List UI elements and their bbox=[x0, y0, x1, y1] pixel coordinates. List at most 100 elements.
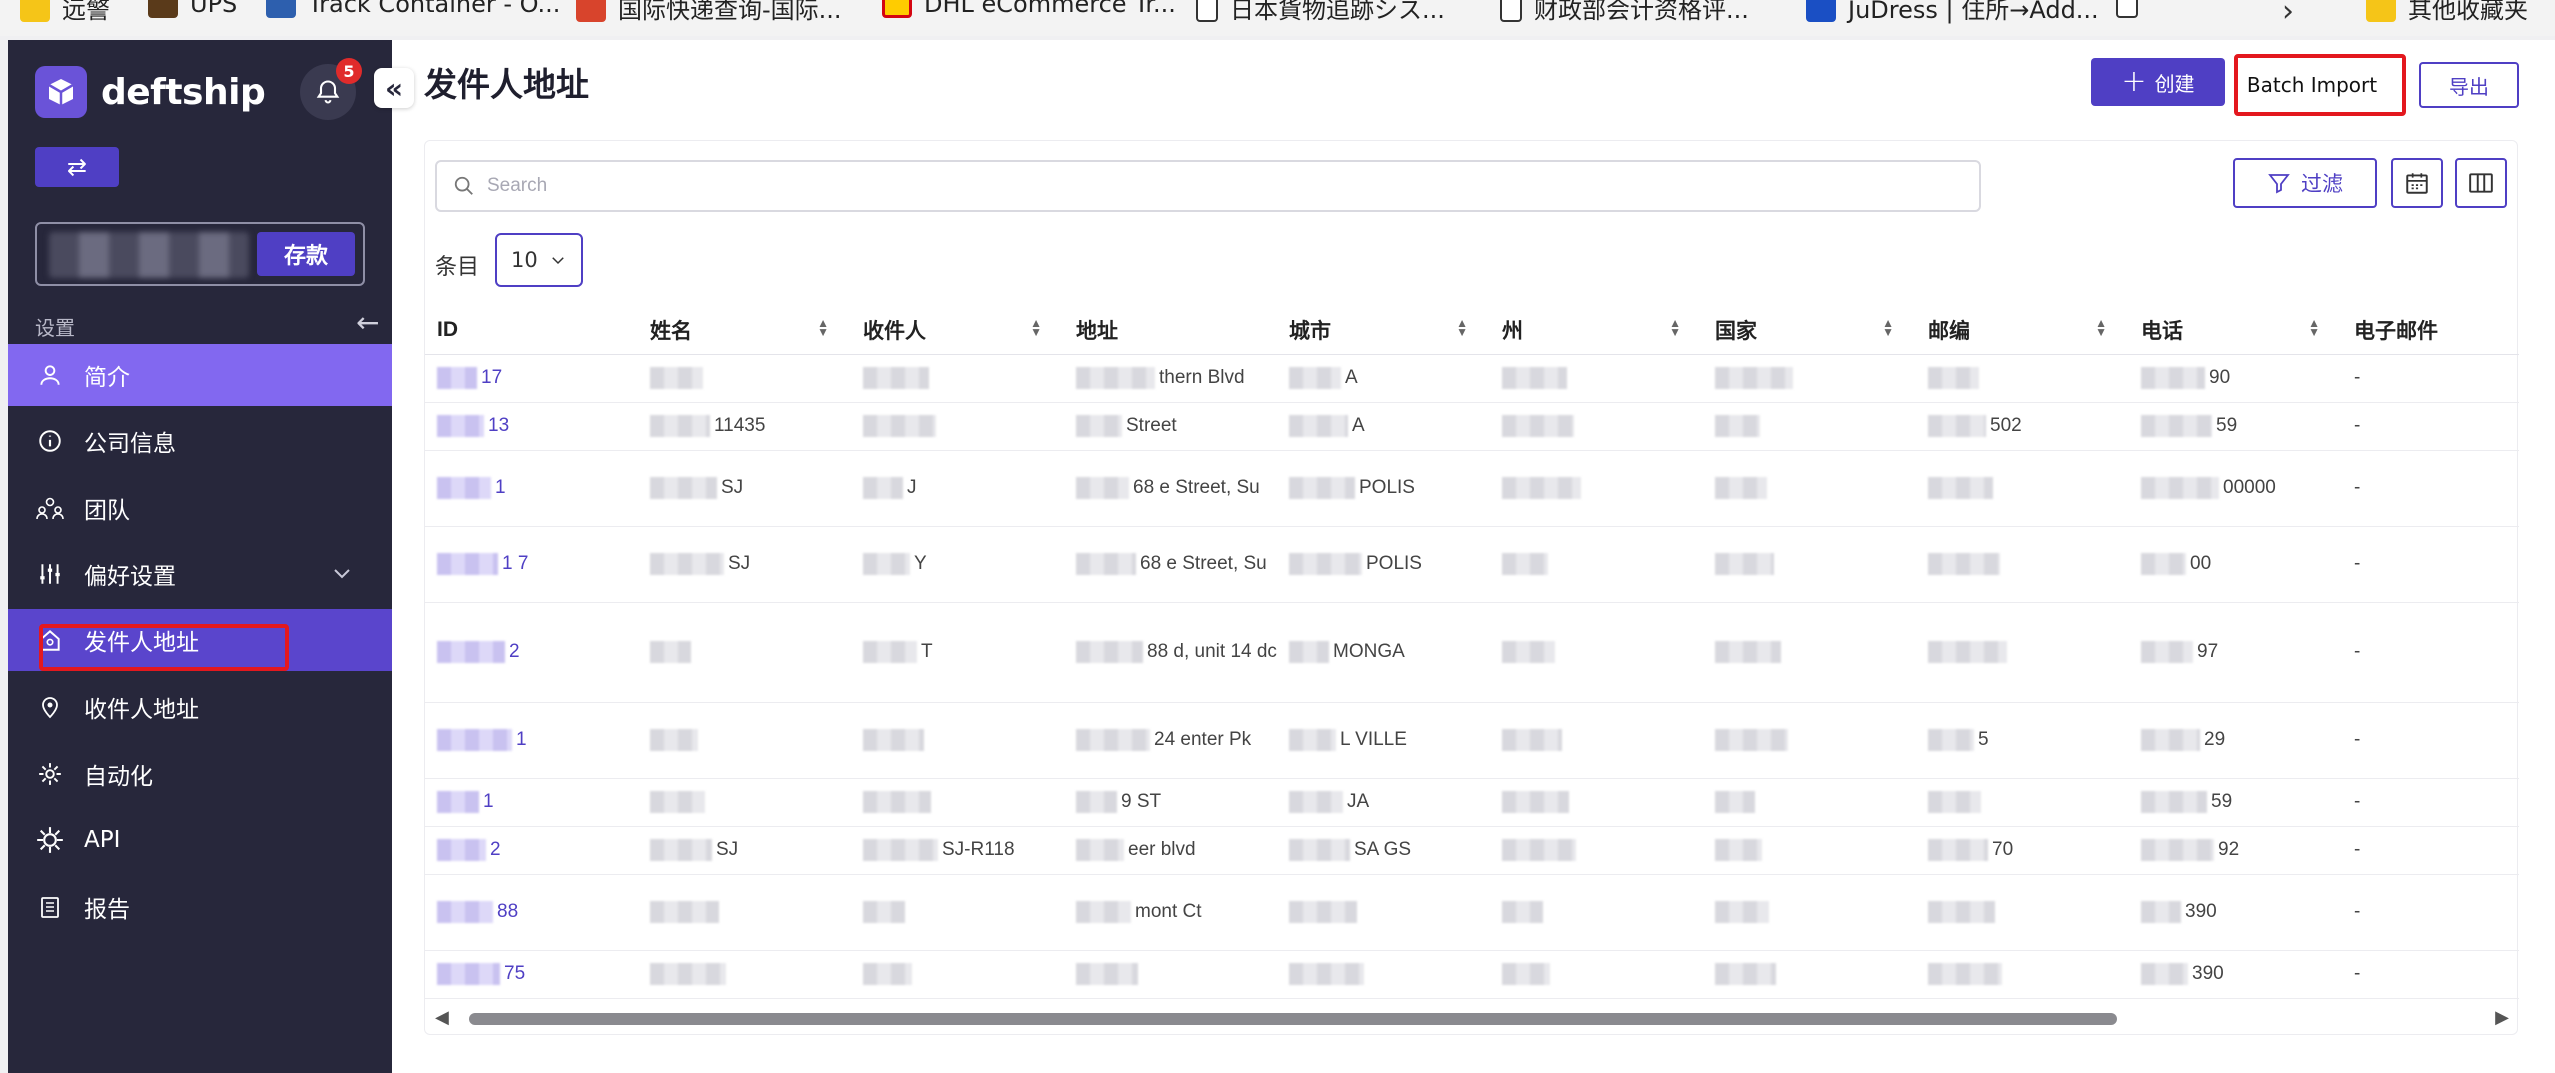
redacted-blur bbox=[2141, 552, 2186, 575]
cell-text: SJ bbox=[728, 553, 751, 574]
rows-per-page-select[interactable]: 10 bbox=[495, 233, 583, 287]
sidebar-item-profile[interactable]: 简介 bbox=[8, 344, 392, 406]
redacted-blur bbox=[2141, 728, 2200, 751]
column-header-zip[interactable]: 邮编 ▲ ▼ bbox=[1916, 306, 2129, 355]
notification-button[interactable]: 5 bbox=[300, 58, 362, 120]
scroll-left-icon[interactable]: ◀ bbox=[435, 1007, 449, 1028]
cell-id[interactable]: 1 7 bbox=[425, 526, 638, 603]
logo[interactable]: deftship bbox=[35, 66, 266, 118]
scrollbar-thumb[interactable] bbox=[469, 1013, 2117, 1025]
sidebar-item-reports[interactable]: 报告 bbox=[8, 876, 392, 938]
bookmark-item[interactable]: DHL eCommerce Tr... bbox=[882, 0, 1176, 18]
switch-account-button[interactable]: ⇄ bbox=[35, 147, 119, 187]
table-row[interactable]: 2 SJ SJ-R118 eer blvd SA GS 70 92 - bbox=[425, 826, 2519, 875]
bookmark-item[interactable]: 财政部会计资格评... bbox=[1500, 0, 1749, 25]
cell-zip bbox=[1916, 874, 2129, 951]
cell-id[interactable]: 17 bbox=[425, 354, 638, 403]
search-box[interactable] bbox=[435, 160, 1981, 212]
redacted-blur bbox=[1715, 728, 1788, 751]
redacted-blur bbox=[1289, 900, 1357, 923]
collapse-sidebar-button[interactable]: « bbox=[374, 68, 414, 108]
cell-text: POLIS bbox=[1366, 553, 1422, 574]
columns-icon bbox=[2469, 173, 2493, 193]
redacted-blur bbox=[1928, 790, 1981, 813]
sidebar-item-recipient-address[interactable]: 收件人地址 bbox=[8, 676, 392, 738]
cell-id[interactable]: 1 bbox=[425, 450, 638, 527]
cell-name: SJ bbox=[638, 826, 851, 875]
sort-icon[interactable]: ▲ ▼ bbox=[817, 317, 829, 338]
table-row[interactable]: 88 mont Ct 390 - bbox=[425, 874, 2519, 951]
filter-button[interactable]: 过滤 bbox=[2233, 158, 2377, 208]
cell-text: 68 e Street, Su bbox=[1140, 553, 1267, 574]
cell-id[interactable]: 88 bbox=[425, 874, 638, 951]
column-header-phone[interactable]: 电话 ▲ ▼ bbox=[2129, 306, 2342, 355]
cell-id[interactable]: 1 bbox=[425, 778, 638, 827]
batch-import-button[interactable]: Batch Import bbox=[2238, 60, 2386, 110]
sort-icon[interactable]: ▲ ▼ bbox=[1882, 317, 1894, 338]
back-arrow-icon[interactable]: ← bbox=[356, 306, 379, 339]
column-header-country[interactable]: 国家 ▲ ▼ bbox=[1703, 306, 1916, 355]
redacted-blur bbox=[437, 366, 477, 389]
cell-text: 502 bbox=[1990, 415, 2022, 436]
sort-icon[interactable]: ▲ ▼ bbox=[2308, 317, 2320, 338]
cell-text: 2 bbox=[509, 641, 520, 662]
bookmark-item[interactable]: 远警 bbox=[20, 0, 110, 25]
columns-button[interactable] bbox=[2455, 158, 2507, 208]
table-row[interactable]: 1 24 enter Pk L VILLE 5 29 - bbox=[425, 702, 2519, 779]
bookmarks-more-icon[interactable]: › bbox=[2282, 0, 2294, 29]
cell-name bbox=[638, 950, 851, 999]
cell-id[interactable]: 75 bbox=[425, 950, 638, 999]
bookmark-item[interactable]: 国际快递查询-国际... bbox=[576, 0, 842, 25]
sort-icon[interactable]: ▲ ▼ bbox=[1456, 317, 1468, 338]
redacted-blur bbox=[2141, 476, 2219, 499]
table-row[interactable]: 1 7 SJ Y 68 e Street, Su POLIS 00 - bbox=[425, 526, 2519, 603]
column-header-address[interactable]: 地址 bbox=[1064, 306, 1277, 355]
search-input[interactable] bbox=[487, 175, 1887, 197]
table-row[interactable]: 2 T 88 d, unit 14 dc MONGA 97 - bbox=[425, 602, 2519, 703]
column-header-city[interactable]: 城市 ▲ ▼ bbox=[1277, 306, 1490, 355]
funnel-icon bbox=[2268, 174, 2290, 194]
sort-icon[interactable]: ▲ ▼ bbox=[1669, 317, 1681, 338]
column-header-email[interactable]: 电子邮件 bbox=[2342, 306, 2519, 355]
horizontal-scrollbar[interactable]: ◀ ▶ bbox=[435, 1007, 2509, 1029]
table-row[interactable]: 13 11435 Street A 502 59 - bbox=[425, 402, 2519, 451]
cell-id[interactable]: 13 bbox=[425, 402, 638, 451]
table-row[interactable]: 1 9 ST JA 59 - bbox=[425, 778, 2519, 827]
cell-text: 88 d, unit 14 dc bbox=[1147, 641, 1277, 662]
bookmark-item[interactable]: 其他收藏夹 bbox=[2366, 0, 2528, 25]
sort-icon[interactable]: ▲ ▼ bbox=[2095, 317, 2107, 338]
sidebar-item-preferences[interactable]: 偏好设置 bbox=[8, 543, 392, 605]
deposit-button[interactable]: 存款 bbox=[257, 232, 355, 276]
bookmark-item[interactable] bbox=[2116, 0, 2150, 18]
sidebar-item-team[interactable]: 团队 bbox=[8, 477, 392, 539]
table-row[interactable]: 17 thern Blvd A 90 - bbox=[425, 354, 2519, 403]
table-row[interactable]: 1 SJ J 68 e Street, Su POLIS 00000 - bbox=[425, 450, 2519, 527]
cell-email: - bbox=[2342, 526, 2519, 603]
cell-state bbox=[1490, 702, 1703, 779]
bookmark-item[interactable]: 日本貨物追跡シス... bbox=[1196, 0, 1445, 25]
scroll-right-icon[interactable]: ▶ bbox=[2495, 1007, 2509, 1028]
cell-id[interactable]: 2 bbox=[425, 826, 638, 875]
cell-id[interactable]: 2 bbox=[425, 602, 638, 703]
sidebar-item-sender-address[interactable]: 发件人地址 bbox=[8, 609, 392, 671]
bookmark-item[interactable]: Track Container - O... bbox=[266, 0, 560, 18]
sort-icon[interactable]: ▲ ▼ bbox=[1030, 317, 1042, 338]
sidebar-item-company-info[interactable]: 公司信息 bbox=[8, 410, 392, 472]
column-header-name[interactable]: 姓名 ▲ ▼ bbox=[638, 306, 851, 355]
sidebar-item-automation[interactable]: 自动化 bbox=[8, 743, 392, 805]
redacted-blur bbox=[437, 900, 493, 923]
cell-id[interactable]: 1 bbox=[425, 702, 638, 779]
bookmark-item[interactable]: UPS bbox=[148, 0, 237, 18]
column-header-id[interactable]: ID bbox=[425, 306, 638, 355]
column-header-state[interactable]: 州 ▲ ▼ bbox=[1490, 306, 1703, 355]
bookmark-item[interactable]: JuDress | 住所→Add... bbox=[1806, 0, 2099, 25]
date-picker-button[interactable] bbox=[2391, 158, 2443, 208]
redacted-blur bbox=[1928, 476, 1993, 499]
search-icon bbox=[454, 176, 473, 195]
column-header-recipient[interactable]: 收件人 ▲ ▼ bbox=[851, 306, 1064, 355]
sidebar-item-api[interactable]: API bbox=[8, 809, 392, 871]
user-icon bbox=[36, 361, 64, 389]
export-button[interactable]: 导出 bbox=[2419, 62, 2519, 108]
table-row[interactable]: 75 390 - bbox=[425, 950, 2519, 999]
create-button[interactable]: + 创建 bbox=[2091, 58, 2225, 106]
